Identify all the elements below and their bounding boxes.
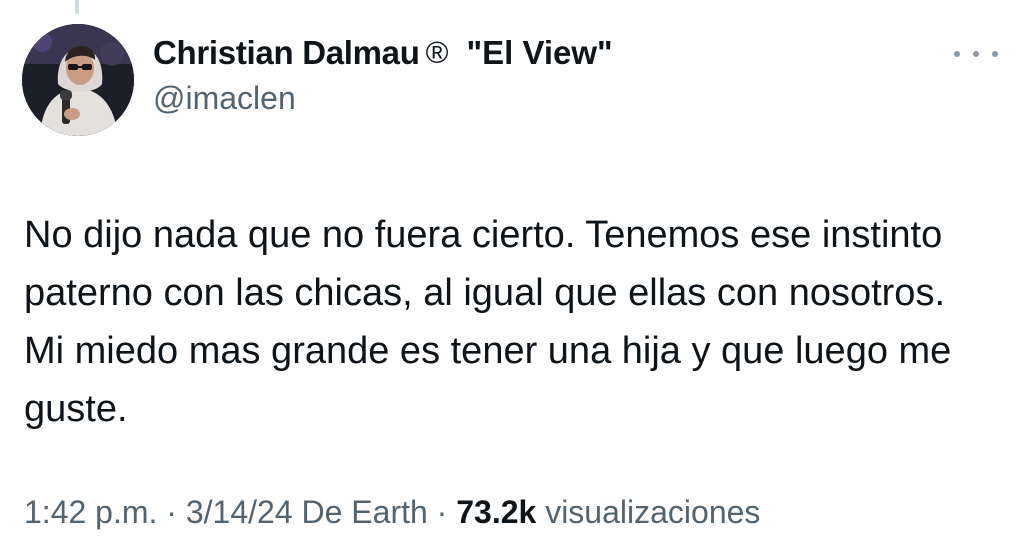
more-horizontal-icon[interactable]	[954, 44, 998, 64]
avatar[interactable]	[22, 24, 134, 136]
avatar-photo-icon	[22, 24, 134, 136]
more-dot	[992, 51, 998, 57]
tweet-meta: 1:42 p.m. · 3/14/24 De Earth · 73.2k vis…	[24, 494, 760, 531]
views-label[interactable]: visualizaciones	[545, 494, 760, 530]
meta-separator: ·	[436, 494, 448, 530]
author-name-row[interactable]: Christian Dalmau ® "El View"	[153, 34, 613, 72]
more-dot	[954, 51, 960, 57]
author-display-name[interactable]: Christian Dalmau	[153, 34, 420, 72]
tweet-date[interactable]: 3/14/24	[186, 494, 293, 530]
author-name-suffix[interactable]: "El View"	[466, 34, 612, 72]
tweet-card: Christian Dalmau ® "El View" @imaclen No…	[0, 0, 1024, 550]
thread-connector-line	[75, 0, 79, 14]
tweet-time[interactable]: 1:42 p.m.	[24, 494, 157, 530]
registered-mark: ®	[425, 35, 449, 70]
tweet-text: No dijo nada que no fuera cierto. Tenemo…	[24, 214, 952, 430]
author-header: Christian Dalmau ® "El View" @imaclen	[153, 34, 613, 117]
tweet-source: De Earth	[301, 494, 428, 530]
meta-separator: ·	[166, 494, 177, 530]
author-handle[interactable]: @imaclen	[153, 80, 613, 117]
more-dot	[973, 51, 979, 57]
views-count[interactable]: 73.2k	[456, 494, 536, 530]
